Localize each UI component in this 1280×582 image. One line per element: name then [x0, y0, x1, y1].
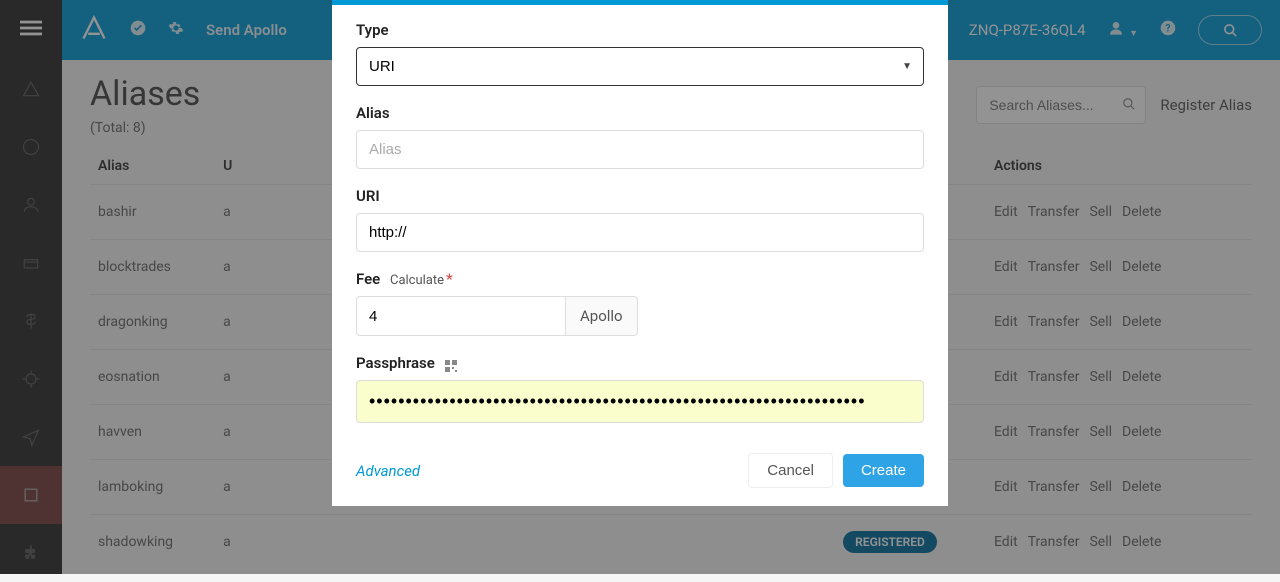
fee-unit: Apollo — [566, 296, 638, 336]
advanced-link[interactable]: Advanced — [356, 462, 420, 480]
calculate-link[interactable]: Calculate — [390, 273, 444, 288]
fee-label: Fee Calculate* — [356, 270, 924, 288]
uri-input[interactable] — [356, 213, 924, 252]
create-button[interactable]: Create — [843, 454, 924, 487]
alias-label: Alias — [356, 104, 924, 122]
uri-label: URI — [356, 187, 924, 205]
type-select[interactable]: URI — [356, 47, 924, 86]
type-label: Type — [356, 21, 924, 39]
passphrase-input[interactable] — [356, 380, 924, 423]
alias-input[interactable] — [356, 130, 924, 169]
register-alias-modal: Type URI ▼ Alias URI Fee Calculate* Apol… — [332, 0, 948, 506]
cancel-button[interactable]: Cancel — [748, 453, 833, 488]
qr-icon[interactable] — [445, 358, 457, 370]
passphrase-label: Passphrase — [356, 354, 924, 372]
fee-input[interactable] — [356, 296, 566, 336]
